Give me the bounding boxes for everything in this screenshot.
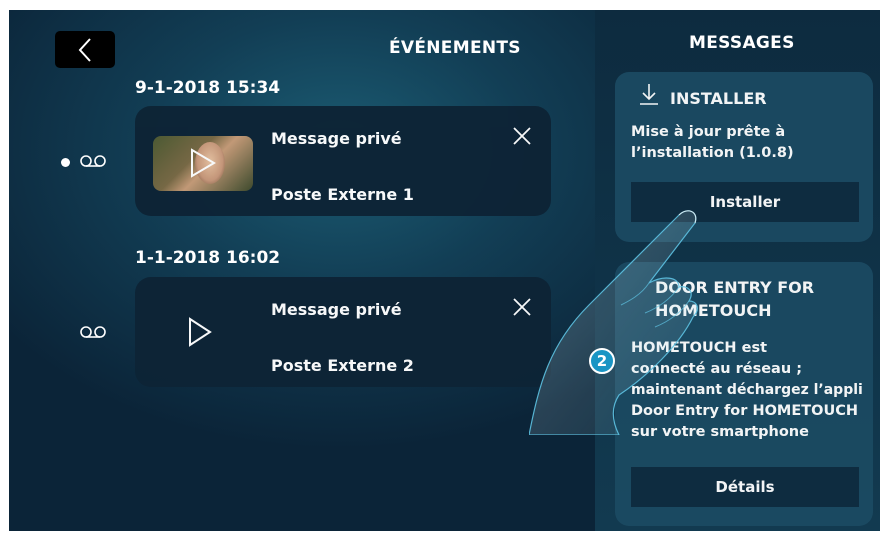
close-icon[interactable] <box>511 125 533 147</box>
download-icon <box>640 84 658 105</box>
play-icon <box>191 148 216 178</box>
details-button[interactable]: Détails <box>631 467 859 507</box>
pointing-hand-icon <box>529 210 698 435</box>
event-title-1: Message privé <box>271 129 402 148</box>
event-source-1: Poste Externe 1 <box>271 185 414 204</box>
event-date-1: 9-1-2018 15:34 <box>135 78 281 98</box>
event-title-2: Message privé <box>271 300 402 319</box>
installer-text-line1: Mise à jour prête à <box>631 124 786 140</box>
chevron-left-icon <box>78 37 91 62</box>
video-thumbnail[interactable] <box>153 136 253 191</box>
event-date-2: 1-1-2018 16:02 <box>135 248 281 268</box>
voicemail-icon <box>80 155 106 167</box>
event-card-2[interactable]: Message privé Poste Externe 2 <box>135 277 551 387</box>
unread-dot <box>61 158 70 167</box>
event-source-2: Poste Externe 2 <box>271 356 414 375</box>
voicemail-icon <box>80 326 106 338</box>
back-button[interactable] <box>55 31 115 68</box>
events-title: ÉVÉNEMENTS <box>389 38 521 58</box>
play-icon[interactable] <box>187 317 213 347</box>
step-badge: 2 <box>589 348 615 374</box>
touchscreen: ÉVÉNEMENTS 9-1-2018 15:34 Message privé … <box>9 10 880 531</box>
step-number: 2 <box>596 352 608 370</box>
messages-title: MESSAGES <box>689 33 795 53</box>
installer-text-line2: l’installation (1.0.8) <box>631 145 794 161</box>
installer-header: INSTALLER <box>670 89 767 108</box>
event-card-1[interactable]: Message privé Poste Externe 1 <box>135 106 551 216</box>
